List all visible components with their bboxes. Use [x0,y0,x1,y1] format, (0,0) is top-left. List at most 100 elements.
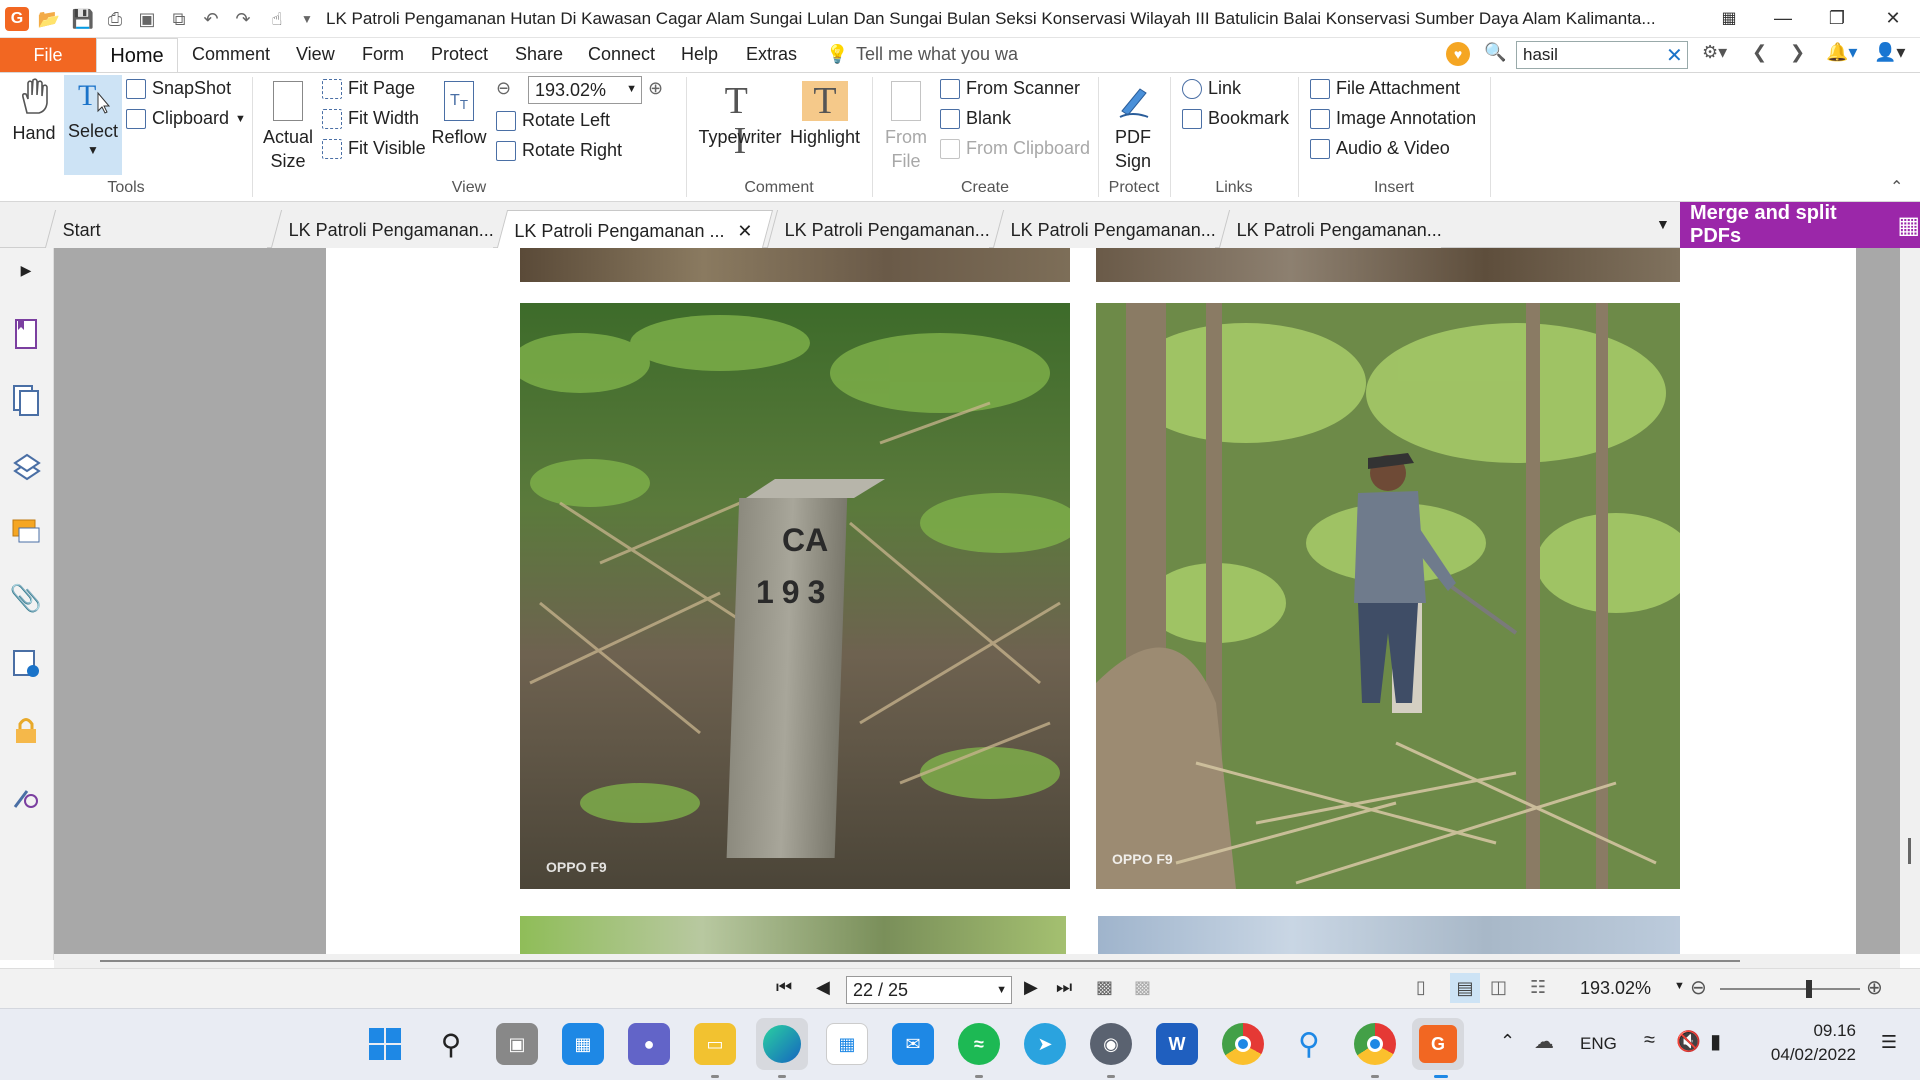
edge-icon[interactable] [756,1018,808,1070]
actual-size-button[interactable]: Actual Size [258,81,318,173]
rotate-left-button[interactable]: Rotate Left [496,110,610,131]
wifi-icon[interactable]: ≈ [1644,1029,1655,1052]
menu-file[interactable]: File [0,38,96,72]
clipboard-button[interactable]: Clipboard ▼ [126,108,246,129]
heart-icon[interactable]: ♥ [1446,42,1470,66]
tab-document[interactable]: LK Patroli Pengamanan... [766,210,1000,248]
foxit-pdf-icon[interactable]: G [1412,1018,1464,1070]
redo-icon[interactable]: ↷ [230,6,256,32]
widgets-icon[interactable]: ▦ [562,1023,604,1065]
audio-video-button[interactable]: Audio & Video [1310,138,1450,159]
vertical-scrollbar[interactable] [1900,248,1920,954]
link-button[interactable]: Link [1182,78,1241,99]
zoom-out-button[interactable]: ⊖ [496,78,511,99]
last-page-icon[interactable]: ⏭ [1056,977,1072,998]
restore-button[interactable]: ❐ [1810,0,1864,36]
continuous-view-icon[interactable]: ▩ [1096,977,1113,998]
volume-icon[interactable]: 🔇 [1676,1029,1701,1054]
signatures-panel-icon[interactable] [10,648,42,680]
clear-search-icon[interactable]: ✕ [1666,43,1683,68]
next-result-icon[interactable]: ❯ [1790,42,1805,63]
save-icon[interactable]: 💾 [70,6,96,32]
telegram-icon[interactable]: ➤ [1024,1023,1066,1065]
ribbon-display-icon[interactable]: ▦ [1702,0,1756,36]
comments-panel-icon[interactable] [10,516,42,548]
tell-me-input[interactable]: Tell me what you wa [856,44,1018,65]
chrome-icon[interactable] [1222,1023,1264,1065]
notification-icon[interactable]: 🔔▾ [1826,42,1857,63]
undo-icon[interactable]: ↶ [198,6,224,32]
pdf-page[interactable]: CA 193 OPPO F9 OPPO F9 [326,248,1856,954]
close-button[interactable]: ✕ [1866,0,1920,36]
tray-overflow-icon[interactable]: ⌃ [1500,1031,1515,1052]
first-page-icon[interactable]: ⏮ [776,977,792,998]
single-page-icon[interactable]: ▯ [1416,977,1426,998]
customize-qat-icon[interactable]: ▼ [294,6,320,32]
menu-connect[interactable]: Connect [588,44,655,65]
image-annotation-button[interactable]: Image Annotation [1310,108,1476,129]
clock-time[interactable]: 09.16 [1780,1021,1856,1041]
spotify-icon[interactable]: ≈ [958,1023,1000,1065]
magnifier-app-icon[interactable]: ⚲ [1288,1023,1330,1065]
scroll-thumb[interactable] [1908,838,1911,864]
menu-home[interactable]: Home [96,38,178,74]
fit-width-button[interactable]: Fit Width [322,108,419,129]
tab-document-active[interactable]: LK Patroli Pengamanan ... ✕ [496,210,774,248]
hscroll-thumb[interactable] [100,960,1740,962]
zoom-out-icon[interactable]: ⊖ [1690,975,1707,1000]
attachments-panel-icon[interactable]: 📎 [10,582,42,614]
document-view[interactable]: CA 193 OPPO F9 OPPO F9 [54,248,1900,954]
menu-form[interactable]: Form [362,44,404,65]
zoom-in-icon[interactable]: ⊕ [1866,975,1883,1000]
menu-extras[interactable]: Extras [746,44,797,65]
word-icon[interactable]: W [1156,1023,1198,1065]
settings-icon[interactable]: ⚙▾ [1702,42,1727,63]
find-icon[interactable]: 🔍 [1484,42,1506,63]
menu-protect[interactable]: Protect [431,44,488,65]
clock-date[interactable]: 04/02/2022 [1760,1045,1856,1065]
hand-tool-button[interactable]: Hand [8,77,60,145]
account-icon[interactable]: 👤▾ [1874,42,1905,63]
reading-view-icon[interactable]: ▩ [1134,977,1151,998]
layers-panel-icon[interactable] [10,450,42,482]
menu-comment[interactable]: Comment [192,44,270,65]
notification-center-icon[interactable]: ☰ [1874,1027,1904,1057]
close-tab-icon[interactable]: ✕ [737,221,752,242]
tab-document[interactable]: LK Patroli Pengamanan... [1218,210,1452,248]
reflow-button[interactable]: TT Reflow [430,81,488,149]
highlight-button[interactable]: T Highlight [786,81,864,149]
blank-button[interactable]: Blank [940,108,1011,129]
task-view-icon[interactable]: ▣ [496,1023,538,1065]
from-file-button[interactable]: From File [878,81,934,173]
typewriter-button[interactable]: T I Typewriter [694,81,786,161]
app-logo-icon[interactable]: G [5,7,29,31]
file-explorer-icon[interactable]: ▭ [694,1023,736,1065]
merge-split-button[interactable]: Merge and split PDFs ▦ [1680,202,1920,248]
select-tool-button[interactable]: T Select ▼ [64,75,122,175]
page-number-input[interactable]: 22 / 25 ▼ [846,976,1012,1004]
pages-panel-icon[interactable] [10,384,42,416]
bookmark-button[interactable]: Bookmark [1182,108,1289,129]
cloud-icon[interactable]: ☁ [1534,1029,1554,1054]
hand-tool-quick-icon[interactable]: ☝ [264,6,290,32]
mail-icon[interactable]: ✉ [892,1023,934,1065]
teams-chat-icon[interactable]: ● [628,1023,670,1065]
bookmarks-panel-icon[interactable] [10,318,42,350]
tools-search-panel-icon[interactable] [10,780,42,812]
screen-icon[interactable]: ▣ [134,6,160,32]
zoom-select[interactable]: 193.02% ▼ [528,76,642,104]
open-folder-icon[interactable]: 📂 [36,6,62,32]
fit-visible-button[interactable]: Fit Visible [322,138,426,159]
tab-start[interactable]: Start [44,210,278,248]
continuous-page-icon[interactable]: ▤ [1450,973,1480,1003]
continuous-facing-icon[interactable]: ☷ [1530,977,1546,998]
snapshot-button[interactable]: SnapShot [126,78,231,99]
horizontal-scrollbar[interactable] [54,954,1900,968]
from-scanner-button[interactable]: From Scanner [940,78,1080,99]
zoom-dropdown-icon[interactable]: ▼ [1674,980,1685,992]
from-clipboard-button[interactable]: From Clipboard [940,138,1090,159]
print-icon[interactable]: ⎙ [102,6,128,32]
prev-result-icon[interactable]: ❮ [1752,42,1767,63]
next-page-icon[interactable]: ▶ [1024,977,1038,998]
zoom-in-button[interactable]: ⊕ [648,78,663,99]
